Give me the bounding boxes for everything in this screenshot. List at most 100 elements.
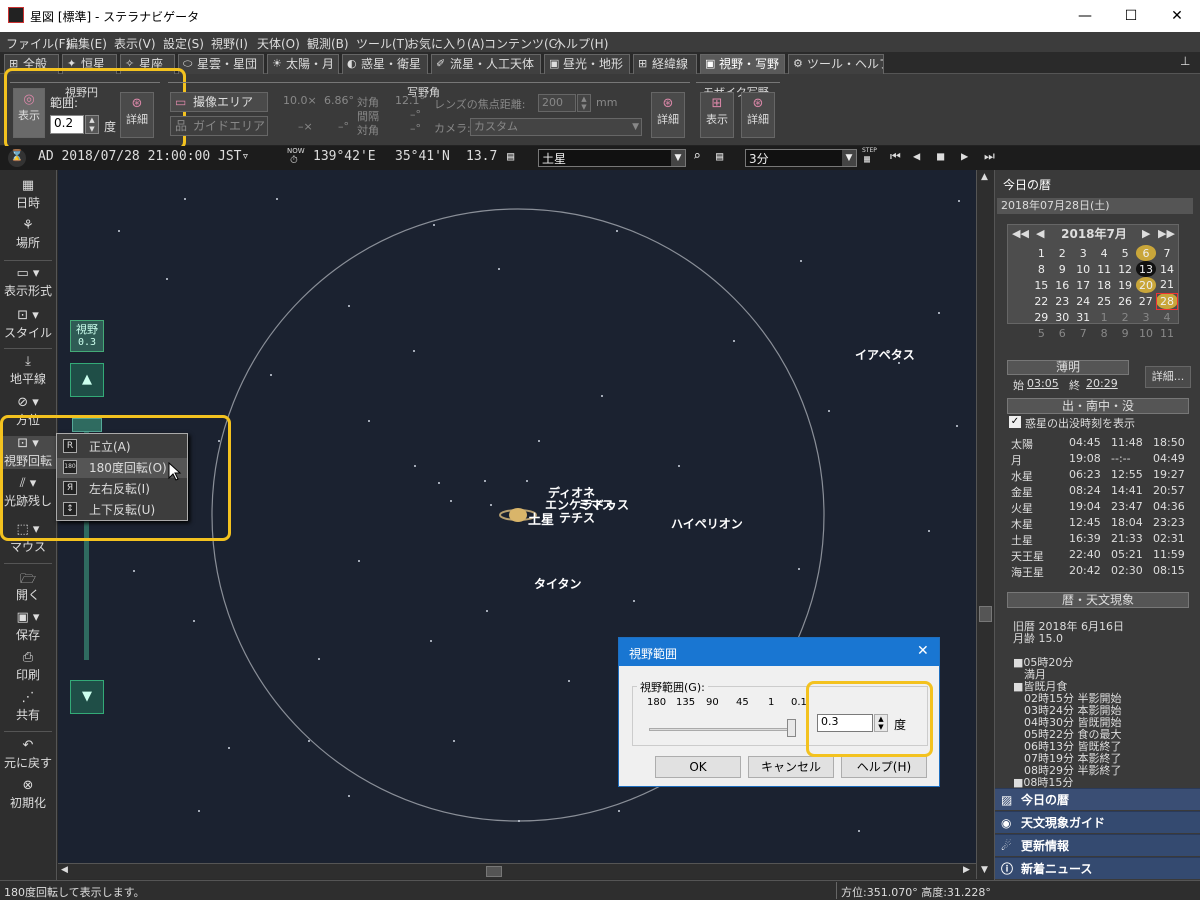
menu-contents[interactable]: コンテンツ(C) bbox=[484, 35, 562, 52]
maximize-button[interactable]: ☐ bbox=[1108, 0, 1154, 32]
scroll-up-icon[interactable]: ▲ bbox=[981, 172, 988, 182]
menu-objects[interactable]: 天体(O) bbox=[257, 35, 300, 52]
prev-year-icon[interactable]: ◀◀ bbox=[1012, 227, 1029, 240]
step-icon[interactable]: ▦ bbox=[864, 154, 870, 165]
minimize-button[interactable]: — bbox=[1062, 0, 1108, 32]
menu-view[interactable]: 表示(V) bbox=[114, 35, 156, 52]
scroll-right-icon[interactable]: ▶ bbox=[963, 865, 970, 875]
lens-input[interactable]: 200 bbox=[538, 94, 576, 112]
menu-fov[interactable]: 視野(I) bbox=[211, 35, 248, 52]
now-button[interactable]: NOW bbox=[287, 147, 305, 155]
fov-slider-thumb[interactable] bbox=[787, 719, 796, 737]
photo-fov-detail-button[interactable]: ⊛ 詳細 bbox=[651, 92, 685, 138]
step-back-icon[interactable]: ◀ bbox=[913, 149, 920, 163]
panel-tab-today[interactable]: ▨ 今日の暦 bbox=[995, 788, 1200, 810]
lens-spinner[interactable]: ▲ ▼ bbox=[577, 94, 591, 112]
tab-tools-help[interactable]: ⚙ ツール・ヘルプ bbox=[788, 54, 884, 74]
imaging-area-button[interactable]: ▭ 撮像エリア bbox=[170, 92, 268, 112]
pin-icon[interactable]: ⊥ bbox=[1180, 54, 1190, 68]
close-icon[interactable]: ✕ bbox=[917, 643, 929, 659]
calendar-grid[interactable]: 1234567 8 9 10 11 12 13 14 15 16 17 18 19 20 21 22 23… bbox=[1010, 245, 1179, 341]
tab-daylight[interactable]: ▣ 昼光・地形 bbox=[544, 54, 630, 74]
menu-help[interactable]: ヘルプ(H) bbox=[554, 35, 608, 52]
mosaic-show-button[interactable]: ⊞ 表示 bbox=[700, 92, 734, 138]
reset-button[interactable]: ⊗ 初期化 bbox=[0, 778, 56, 811]
style-button[interactable]: ⊡ ▾ スタイル bbox=[0, 308, 56, 341]
latitude[interactable]: 35°41'N bbox=[395, 149, 450, 164]
show-planet-times-checkbox[interactable]: ✓ bbox=[1009, 416, 1021, 428]
scroll-down-icon[interactable]: ▼ bbox=[981, 865, 988, 875]
prev-month-icon[interactable]: ◀ bbox=[1036, 227, 1044, 240]
step-forward-icon[interactable]: ▶ bbox=[961, 149, 968, 163]
location-button[interactable]: ⚘ 場所 bbox=[0, 218, 56, 251]
zoom-in-button[interactable]: ▲ bbox=[70, 363, 104, 397]
datetime-button[interactable]: ▦ 日時 bbox=[0, 178, 56, 211]
label-hyperion[interactable]: ハイペリオン bbox=[671, 515, 743, 532]
search-icon[interactable]: ⌕ bbox=[693, 149, 701, 164]
panel-tab-news[interactable]: ⓘ 新着ニュース bbox=[995, 857, 1200, 879]
menu-file[interactable]: ファイル(F) bbox=[6, 35, 70, 52]
share-button[interactable]: ⋰ 共有 bbox=[0, 690, 56, 723]
stop-icon[interactable]: ■ bbox=[937, 149, 944, 163]
zoom-out-button[interactable]: ▼ bbox=[70, 680, 104, 714]
star bbox=[798, 568, 800, 570]
tab-sun-moon[interactable]: ☀ 太陽・月 bbox=[267, 54, 339, 74]
guide-area-button[interactable]: 品ガイドエリア bbox=[170, 116, 268, 136]
camera-select[interactable]: カスタム ▼ bbox=[470, 118, 642, 136]
tab-meteors[interactable]: ✐ 流星・人工天体 bbox=[431, 54, 541, 74]
altitude-value[interactable]: 13.7 bbox=[466, 149, 497, 164]
cancel-button[interactable]: キャンセル bbox=[748, 756, 834, 778]
close-button[interactable]: ✕ bbox=[1154, 0, 1200, 32]
vertical-scrollbar[interactable]: ▲ ▼ bbox=[976, 170, 994, 879]
ok-button[interactable]: OK bbox=[655, 756, 741, 778]
undo-button[interactable]: ↶ 元に戻す bbox=[0, 738, 56, 771]
tab-planets[interactable]: ◐ 惑星・衛星 bbox=[342, 54, 428, 74]
longitude[interactable]: 139°42'E bbox=[313, 149, 376, 164]
fov-diagonal-2: –° bbox=[410, 122, 421, 135]
next-month-icon[interactable]: ▶ bbox=[1142, 227, 1150, 240]
scroll-left-icon[interactable]: ◀ bbox=[61, 865, 68, 875]
menu-favorites[interactable]: お気に入り(A) bbox=[407, 35, 485, 52]
menu-edit[interactable]: 編集(E) bbox=[66, 35, 107, 52]
tab-fov[interactable]: ▣ 視野・写野 bbox=[700, 54, 785, 74]
time-icon[interactable]: ⌛ bbox=[8, 149, 26, 167]
mosaic-detail-button[interactable]: ⊛ 詳細 bbox=[741, 92, 775, 138]
panel-tab-updates[interactable]: ☄ 更新情報 bbox=[995, 834, 1200, 856]
print-button[interactable]: ⎙ 印刷 bbox=[0, 650, 56, 683]
label-iapetus[interactable]: イアペタス bbox=[855, 346, 915, 363]
fov-slider-track[interactable] bbox=[649, 728, 795, 731]
label-tethys[interactable]: テチス bbox=[559, 509, 595, 526]
menu-observe[interactable]: 観測(B) bbox=[307, 35, 349, 52]
next-year-icon[interactable]: ▶▶ bbox=[1158, 227, 1175, 240]
panel-tab-guide[interactable]: ◉ 天文現象ガイド bbox=[995, 811, 1200, 833]
menu-settings[interactable]: 設定(S) bbox=[163, 35, 204, 52]
menu-tools[interactable]: ツール(T) bbox=[356, 35, 409, 52]
star bbox=[618, 810, 620, 812]
label-titan[interactable]: タイタン bbox=[534, 575, 582, 592]
scroll-thumb[interactable] bbox=[486, 866, 502, 877]
help-button[interactable]: ヘルプ(H) bbox=[841, 756, 927, 778]
dialog-titlebar: 視野範囲 ✕ bbox=[619, 638, 939, 666]
display-format-button[interactable]: ▭ ▾ 表示形式 bbox=[0, 266, 56, 299]
fov-width-2: –× bbox=[298, 120, 313, 133]
divider bbox=[4, 731, 52, 732]
open-button[interactable]: 🗁 開く bbox=[0, 570, 56, 603]
forward-end-icon[interactable]: ⏭ bbox=[984, 149, 995, 164]
label-saturn[interactable]: 土星 bbox=[528, 509, 554, 528]
horizontal-scrollbar[interactable]: ◀ ▶ bbox=[58, 863, 976, 879]
star bbox=[276, 198, 278, 200]
list-icon[interactable]: ▤ bbox=[716, 149, 723, 163]
step-select[interactable]: 3分 ▼ bbox=[745, 149, 857, 167]
rewind-end-icon[interactable]: ⏮ bbox=[890, 149, 901, 164]
highlight-fov-value bbox=[806, 681, 933, 757]
keyboard-icon[interactable]: ▤ bbox=[507, 149, 514, 163]
horizon-button[interactable]: ⤓ 地平線 bbox=[0, 354, 56, 387]
tab-gridlines[interactable]: ⊞ 経緯線 bbox=[633, 54, 697, 74]
twilight-detail-button[interactable]: 詳細... bbox=[1145, 366, 1191, 388]
target-select[interactable]: 土星 ▼ bbox=[538, 149, 686, 167]
tick-1: 1 bbox=[768, 697, 775, 708]
save-button[interactable]: ▣ ▾ 保存 bbox=[0, 610, 56, 643]
datetime-display[interactable]: AD 2018/07/28 21:00:00 JST▿ bbox=[38, 149, 249, 164]
tab-nebulae[interactable]: ⬭ 星雲・星団 bbox=[178, 54, 264, 74]
scroll-thumb[interactable] bbox=[979, 606, 992, 622]
